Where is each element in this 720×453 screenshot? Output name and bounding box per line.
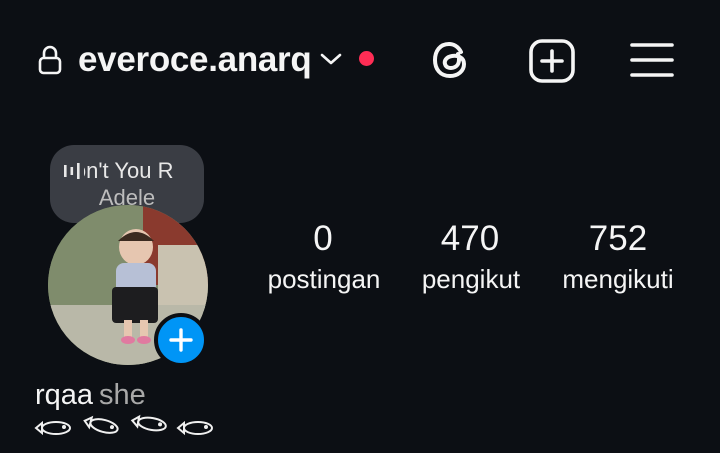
following-label[interactable]: mengikuti bbox=[546, 263, 690, 295]
audio-bars-icon bbox=[64, 163, 80, 179]
fish-icon bbox=[130, 414, 167, 432]
add-story-button[interactable] bbox=[154, 313, 208, 367]
fish-icon bbox=[83, 415, 119, 434]
fish-icon-row bbox=[34, 414, 213, 436]
followers-count[interactable]: 470 bbox=[420, 219, 520, 259]
posts-count[interactable]: 0 bbox=[273, 219, 373, 259]
fish-icon bbox=[176, 420, 213, 436]
profile-username[interactable]: everoce.anarq bbox=[78, 38, 312, 82]
menu-icon[interactable] bbox=[629, 40, 675, 80]
bio-display-name: rqaa bbox=[35, 379, 94, 411]
bio-pronouns: she bbox=[99, 379, 146, 411]
fish-icon bbox=[34, 420, 71, 436]
posts-label[interactable]: postingan bbox=[250, 263, 398, 295]
notification-dot bbox=[359, 51, 374, 66]
bio-name: rqaa she bbox=[35, 377, 146, 413]
note-song-title: Don't You R bbox=[84, 158, 174, 183]
threads-icon[interactable] bbox=[429, 38, 473, 82]
plus-icon bbox=[169, 328, 193, 352]
lock-icon bbox=[38, 45, 62, 75]
create-plus-icon[interactable] bbox=[528, 38, 576, 84]
followers-label[interactable]: pengikut bbox=[405, 263, 537, 295]
following-count[interactable]: 752 bbox=[568, 219, 668, 259]
chevron-down-icon[interactable] bbox=[319, 51, 343, 67]
